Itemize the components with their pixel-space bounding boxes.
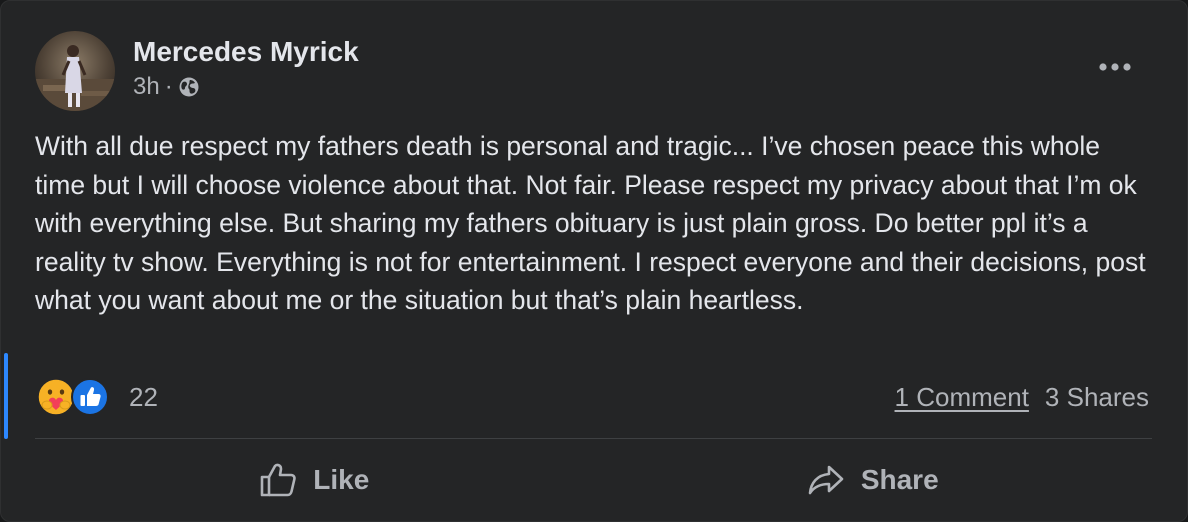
thumbs-up-icon — [260, 463, 296, 497]
like-button-label: Like — [313, 464, 370, 495]
avatar[interactable] — [35, 31, 115, 111]
author-block: Mercedes Myrick 3h · — [133, 34, 359, 102]
post-timestamp[interactable]: 3h — [133, 72, 160, 102]
like-button[interactable]: Like — [35, 447, 594, 513]
more-options-button[interactable] — [1091, 47, 1139, 87]
post-header: Mercedes Myrick 3h · — [35, 31, 359, 111]
share-button[interactable]: Share — [594, 447, 1153, 513]
action-bar: Like Share — [35, 447, 1152, 513]
care-icon — [37, 378, 75, 416]
comments-link[interactable]: 1 Comment — [895, 379, 1029, 415]
globe-icon[interactable] — [178, 76, 200, 98]
post-text: With all due respect my fathers death is… — [35, 131, 1146, 315]
actions-divider — [35, 438, 1152, 439]
reaction-icons — [35, 377, 113, 417]
reactions-summary[interactable]: 22 — [35, 377, 158, 417]
share-button-label: Share — [860, 464, 939, 495]
post-card: Mercedes Myrick 3h · With all due respec… — [0, 0, 1188, 522]
shares-link[interactable]: 3 Shares — [1045, 379, 1149, 415]
like-icon — [71, 378, 109, 416]
reaction-count: 22 — [129, 381, 158, 412]
meta-separator: · — [164, 73, 173, 100]
focus-indicator — [4, 353, 8, 439]
more-options-icon — [1099, 63, 1131, 71]
share-arrow-icon — [808, 465, 844, 495]
author-name[interactable]: Mercedes Myrick — [133, 34, 359, 70]
post-meta: 3h · — [133, 72, 359, 102]
engagement-stats: 1 Comment 3 Shares — [895, 379, 1149, 415]
